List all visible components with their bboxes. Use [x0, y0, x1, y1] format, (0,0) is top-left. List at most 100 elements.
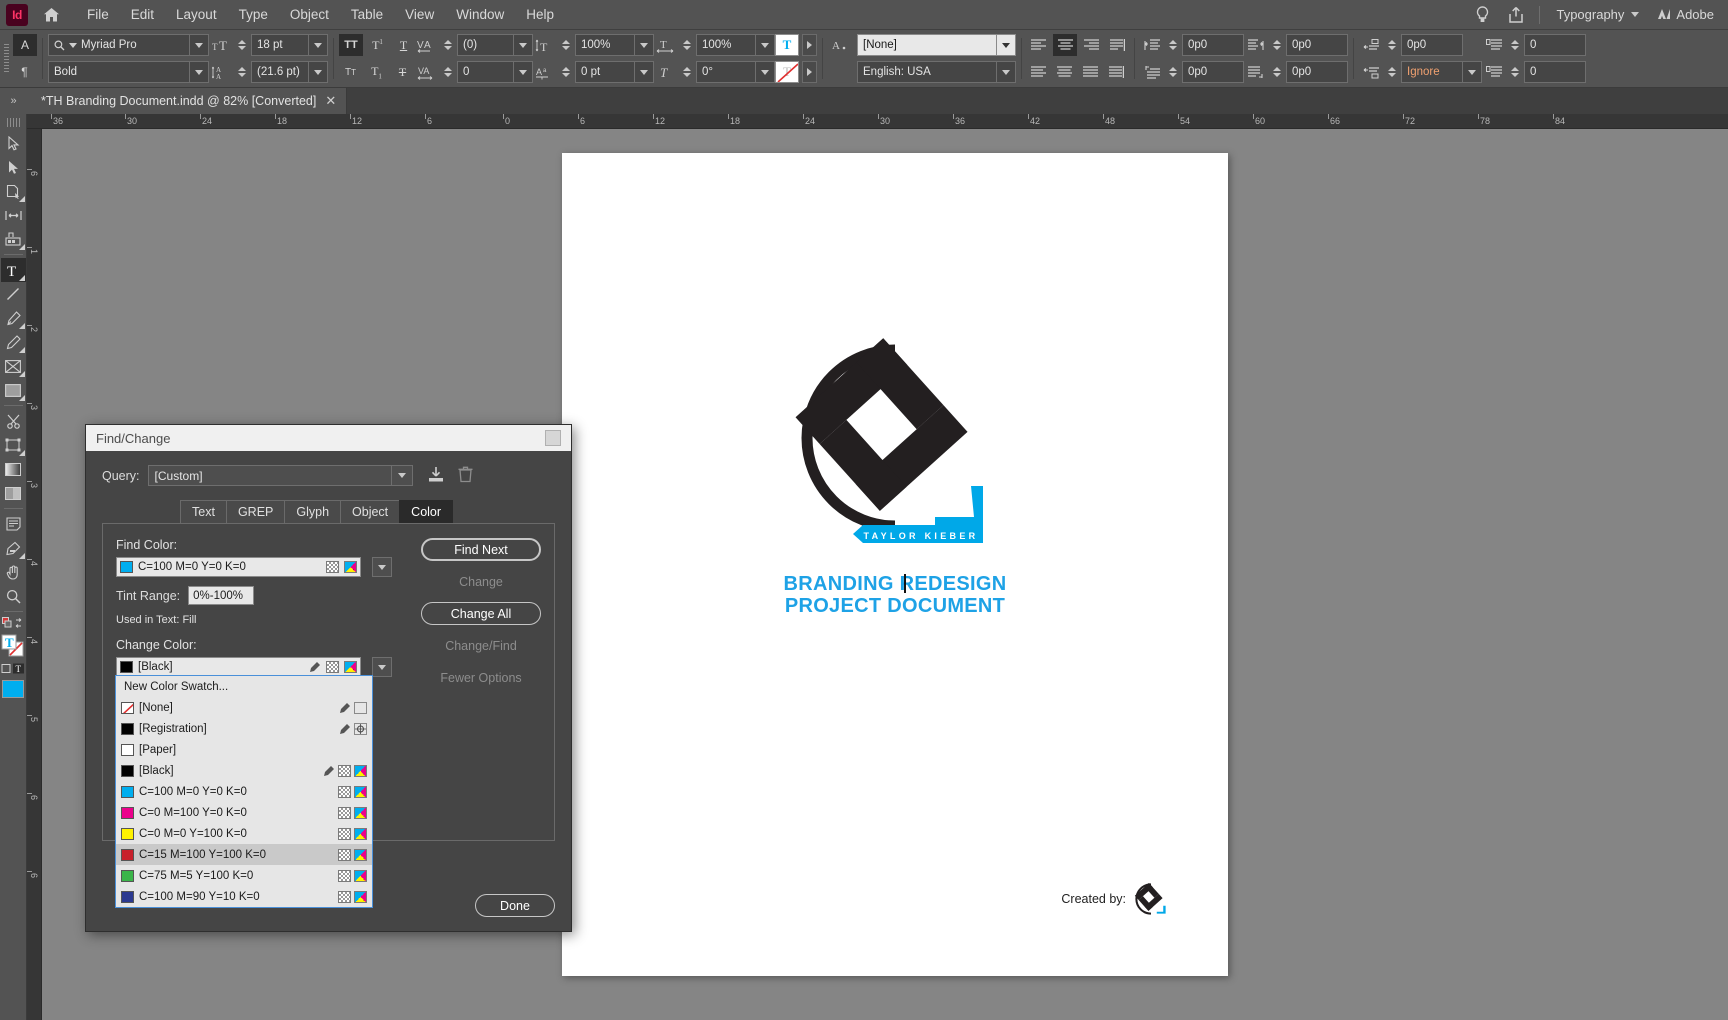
leading-dropdown-arrow[interactable]: [309, 61, 328, 83]
find-change-dialog[interactable]: Find/Change Query: [Custom] Text GREP Gl…: [85, 424, 572, 932]
tracking-stepper[interactable]: [441, 61, 454, 83]
skew-dropdown-arrow[interactable]: [756, 61, 775, 83]
rectangle-tool[interactable]: [1, 378, 26, 402]
swatch-item-green[interactable]: C=75 M=5 Y=100 K=0: [116, 865, 372, 886]
tint-icon[interactable]: [338, 827, 351, 840]
trash-icon[interactable]: [458, 466, 473, 486]
query-combo[interactable]: [Custom]: [147, 465, 413, 486]
cmyk-icon[interactable]: [354, 890, 367, 903]
find-next-button[interactable]: Find Next: [421, 538, 541, 561]
justify-all-button[interactable]: [1105, 61, 1128, 83]
drop-cap-lines-stepper[interactable]: [1508, 34, 1521, 56]
pen-tool[interactable]: [1, 306, 26, 330]
drop-cap-lines-field[interactable]: 0: [1524, 34, 1586, 56]
align-center-button[interactable]: [1053, 34, 1077, 56]
menu-window[interactable]: Window: [445, 0, 515, 30]
baseline-shift-combo[interactable]: 0 pt: [575, 61, 654, 83]
pencil-tool[interactable]: [1, 330, 26, 354]
drop-cap-chars-stepper[interactable]: [1508, 61, 1521, 83]
close-icon[interactable]: ✕: [325, 93, 336, 109]
menu-layout[interactable]: Layout: [165, 0, 228, 30]
eyedropper-icon[interactable]: [338, 723, 351, 735]
tint-icon[interactable]: [338, 890, 351, 903]
kerning-dropdown-arrow[interactable]: [514, 34, 533, 56]
first-line-indent-field[interactable]: 0p0: [1182, 61, 1244, 83]
new-color-swatch-item[interactable]: New Color Swatch...: [116, 676, 372, 697]
menu-file[interactable]: File: [76, 0, 120, 30]
skew-combo[interactable]: 0°: [696, 61, 775, 83]
free-transform-tool[interactable]: [1, 433, 26, 457]
cmyk-icon[interactable]: [354, 869, 367, 882]
text-fill-swatch[interactable]: T: [775, 34, 799, 56]
horizontal-ruler[interactable]: 36 30 24 18 12 6 0 6 12 18 24 30 36 42 4…: [27, 114, 1728, 129]
change-color-dropdown-arrow[interactable]: [372, 657, 392, 677]
share-icon[interactable]: [1499, 0, 1533, 30]
leading-stepper[interactable]: [235, 61, 248, 83]
font-size-dropdown-arrow[interactable]: [309, 34, 328, 56]
swatch-dropdown-list[interactable]: New Color Swatch... [None] [Registration…: [115, 675, 373, 908]
right-indent-field[interactable]: 0p0: [1286, 34, 1348, 56]
done-button[interactable]: Done: [475, 894, 555, 917]
tab-grep[interactable]: GREP: [225, 500, 285, 524]
hyphenation-stepper[interactable]: [1385, 61, 1398, 83]
scissors-tool[interactable]: [1, 409, 26, 433]
tint-icon[interactable]: [326, 661, 339, 673]
last-line-indent-field[interactable]: 0p0: [1286, 61, 1348, 83]
strikethrough-button[interactable]: T: [391, 61, 414, 83]
paragraph-style-dropdown-arrow[interactable]: [997, 34, 1016, 56]
last-line-indent-stepper[interactable]: [1270, 61, 1283, 83]
apply-color-button[interactable]: [1, 677, 26, 701]
query-dropdown-arrow[interactable]: [390, 465, 413, 486]
space-before-field[interactable]: 0p0: [1401, 34, 1463, 56]
home-icon[interactable]: [38, 0, 64, 30]
menu-object[interactable]: Object: [279, 0, 340, 30]
direct-selection-tool[interactable]: [1, 155, 26, 179]
menu-type[interactable]: Type: [228, 0, 279, 30]
close-icon[interactable]: [545, 430, 561, 446]
tab-text[interactable]: Text: [180, 500, 226, 524]
font-family-dropdown-arrow[interactable]: [190, 34, 209, 56]
change-all-button[interactable]: Change All: [421, 602, 541, 625]
vertical-ruler[interactable]: 6 1 2 3 3 4 4 5 6 6: [27, 129, 42, 1020]
text-stroke-swatch[interactable]: T: [775, 61, 799, 83]
subscript-button[interactable]: T1: [365, 61, 388, 83]
tint-icon[interactable]: [338, 869, 351, 882]
hand-tool[interactable]: [1, 560, 26, 584]
tracking-combo[interactable]: 0: [457, 61, 533, 83]
horizontal-scale-dropdown-arrow[interactable]: [756, 34, 775, 56]
eyedropper-icon[interactable]: [322, 765, 335, 777]
tab-object[interactable]: Object: [340, 500, 400, 524]
fill-stroke-swatches[interactable]: T: [1, 633, 26, 659]
cmyk-icon[interactable]: [344, 661, 357, 673]
menu-table[interactable]: Table: [340, 0, 394, 30]
space-before-stepper[interactable]: [1385, 34, 1398, 56]
gradient-feather-tool[interactable]: [1, 481, 26, 505]
vertical-scale-dropdown-arrow[interactable]: [635, 34, 654, 56]
align-left-button[interactable]: [1027, 34, 1050, 56]
logo-artwork[interactable]: TAYLOR KIEBER: [795, 338, 995, 558]
cmyk-icon[interactable]: [344, 561, 357, 573]
align-right-button[interactable]: [1080, 34, 1103, 56]
leading-combo[interactable]: (21.6 pt): [251, 61, 328, 83]
swatch-item-cyan[interactable]: C=100 M=0 Y=0 K=0: [116, 781, 372, 802]
paragraph-formatting-button[interactable]: ¶: [13, 61, 36, 83]
superscript-button[interactable]: T1: [366, 34, 389, 56]
change-color-field[interactable]: [Black]: [116, 657, 361, 677]
text-stroke-more-button[interactable]: [802, 61, 817, 83]
justify-last-left-button[interactable]: [1106, 34, 1129, 56]
drop-cap-chars-field[interactable]: 0: [1524, 61, 1586, 83]
hyphenation-combo[interactable]: Ignore: [1401, 61, 1482, 83]
small-caps-button[interactable]: TT: [339, 61, 362, 83]
control-panel-grip[interactable]: [0, 30, 13, 87]
justify-right-button[interactable]: [1079, 61, 1102, 83]
vertical-scale-stepper[interactable]: [559, 34, 572, 56]
frame-tool[interactable]: [1, 354, 26, 378]
page-title[interactable]: BRANDING REDESIGN PROJECT DOCUMENT: [562, 573, 1228, 618]
hyphenation-dropdown-arrow[interactable]: [1463, 61, 1482, 83]
font-size-combo[interactable]: 18 pt: [251, 34, 328, 56]
tint-icon[interactable]: [338, 848, 351, 861]
swatch-item-registration[interactable]: [Registration]: [116, 718, 372, 739]
dialog-title-bar[interactable]: Find/Change: [86, 425, 571, 451]
font-family-combo[interactable]: Myriad Pro: [48, 34, 209, 56]
skew-stepper[interactable]: [680, 61, 693, 83]
